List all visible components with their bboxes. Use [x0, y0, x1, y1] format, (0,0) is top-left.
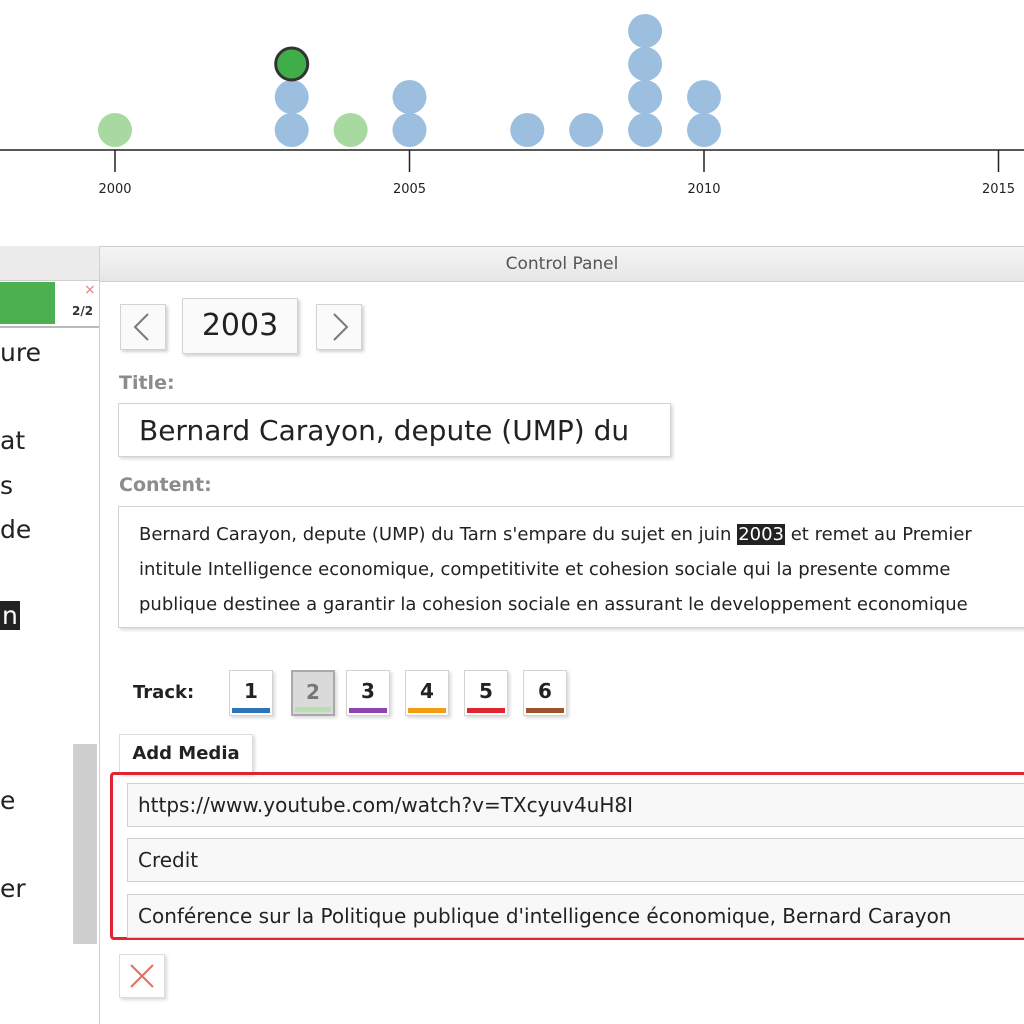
story-text-fragment: de	[0, 515, 32, 544]
timeline-tick-label: 2010	[687, 182, 720, 197]
search-highlight: 2003	[737, 524, 785, 545]
control-panel-header: Control Panel	[100, 246, 1024, 282]
year-display[interactable]: 2003	[182, 298, 298, 354]
selected-story-bar[interactable]	[0, 282, 55, 324]
track-color-bar	[349, 708, 387, 713]
chevron-right-icon	[333, 313, 349, 341]
left-panel-header	[0, 246, 99, 281]
track-1-button[interactable]: 1	[229, 670, 273, 716]
content-line: Bernard Carayon, depute (UMP) du Tarn s'…	[139, 524, 972, 545]
track-color-bar	[232, 708, 270, 713]
timeline-event[interactable]	[510, 113, 545, 147]
content-textarea[interactable]: Bernard Carayon, depute (UMP) du Tarn s'…	[118, 506, 1024, 628]
add-media-button[interactable]: Add Media	[119, 734, 253, 774]
timeline-tick-label: 2005	[393, 182, 426, 197]
track-color-bar	[526, 708, 564, 713]
track-color-bar	[467, 708, 505, 713]
content-line: intitule Intelligence economique, compet…	[139, 559, 951, 580]
timeline-event[interactable]	[569, 113, 604, 147]
timeline-event[interactable]	[274, 113, 309, 147]
track-2-button[interactable]: 2	[291, 670, 335, 716]
story-text-highlight: n	[0, 601, 20, 630]
track-4-button[interactable]: 4	[405, 670, 449, 716]
title-input[interactable]: Bernard Carayon, depute (UMP) du	[118, 403, 671, 457]
story-counter: 2/2	[72, 304, 94, 318]
timeline-event[interactable]	[392, 80, 427, 114]
content-line: publique destinee a garantir la cohesion…	[139, 594, 968, 615]
track-3-button[interactable]: 3	[346, 670, 390, 716]
timeline-tick-label: 2000	[98, 182, 131, 197]
timeline-event-selected[interactable]	[274, 46, 310, 82]
story-text-fragment: ure	[0, 338, 41, 367]
media-caption-input[interactable]: Conférence sur la Politique publique d'i…	[127, 894, 1024, 938]
content-label: Content:	[119, 474, 212, 496]
close-icon[interactable]: ×	[84, 282, 96, 298]
timeline-event[interactable]	[687, 80, 721, 114]
prev-event-button[interactable]	[120, 304, 166, 350]
timeline-event[interactable]	[628, 80, 663, 114]
track-5-button[interactable]: 5	[464, 670, 508, 716]
control-panel: Control Panel 2003 Title: Bernard Carayo…	[100, 246, 1024, 1024]
timeline-event[interactable]	[274, 80, 309, 114]
story-text-fragment: s	[0, 471, 14, 500]
track-color-bar	[295, 707, 331, 712]
media-url-input[interactable]: https://www.youtube.com/watch?v=TXcyuv4u…	[127, 783, 1024, 827]
next-event-button[interactable]	[316, 304, 362, 350]
timeline-tick-label: 2015	[982, 182, 1015, 197]
timeline-event[interactable]	[333, 113, 368, 147]
timeline-chart[interactable]: 2000 2005 2010 2015	[0, 0, 1024, 246]
track-color-bar	[408, 708, 446, 713]
delete-media-button[interactable]	[119, 954, 165, 998]
scrollbar-thumb[interactable]	[73, 744, 97, 944]
story-text-fragment: er	[0, 874, 26, 903]
story-text-fragment: at	[0, 426, 26, 455]
divider	[0, 326, 99, 328]
track-label: Track:	[133, 682, 195, 703]
track-6-button[interactable]: 6	[523, 670, 567, 716]
timeline-event[interactable]	[98, 113, 132, 147]
chevron-left-icon	[133, 313, 149, 341]
timeline-event[interactable]	[628, 14, 663, 48]
story-list-panel: × 2/2 ure at s de n e er	[0, 246, 100, 1024]
timeline-event[interactable]	[687, 113, 721, 147]
timeline[interactable]: 2000 2005 2010 2015	[0, 0, 1024, 246]
timeline-event[interactable]	[628, 47, 663, 81]
close-icon	[130, 964, 154, 988]
media-credit-input[interactable]: Credit	[127, 838, 1024, 882]
timeline-event[interactable]	[628, 113, 663, 147]
title-label: Title:	[119, 372, 175, 394]
story-text-fragment: e	[0, 786, 16, 815]
timeline-event[interactable]	[392, 113, 427, 147]
